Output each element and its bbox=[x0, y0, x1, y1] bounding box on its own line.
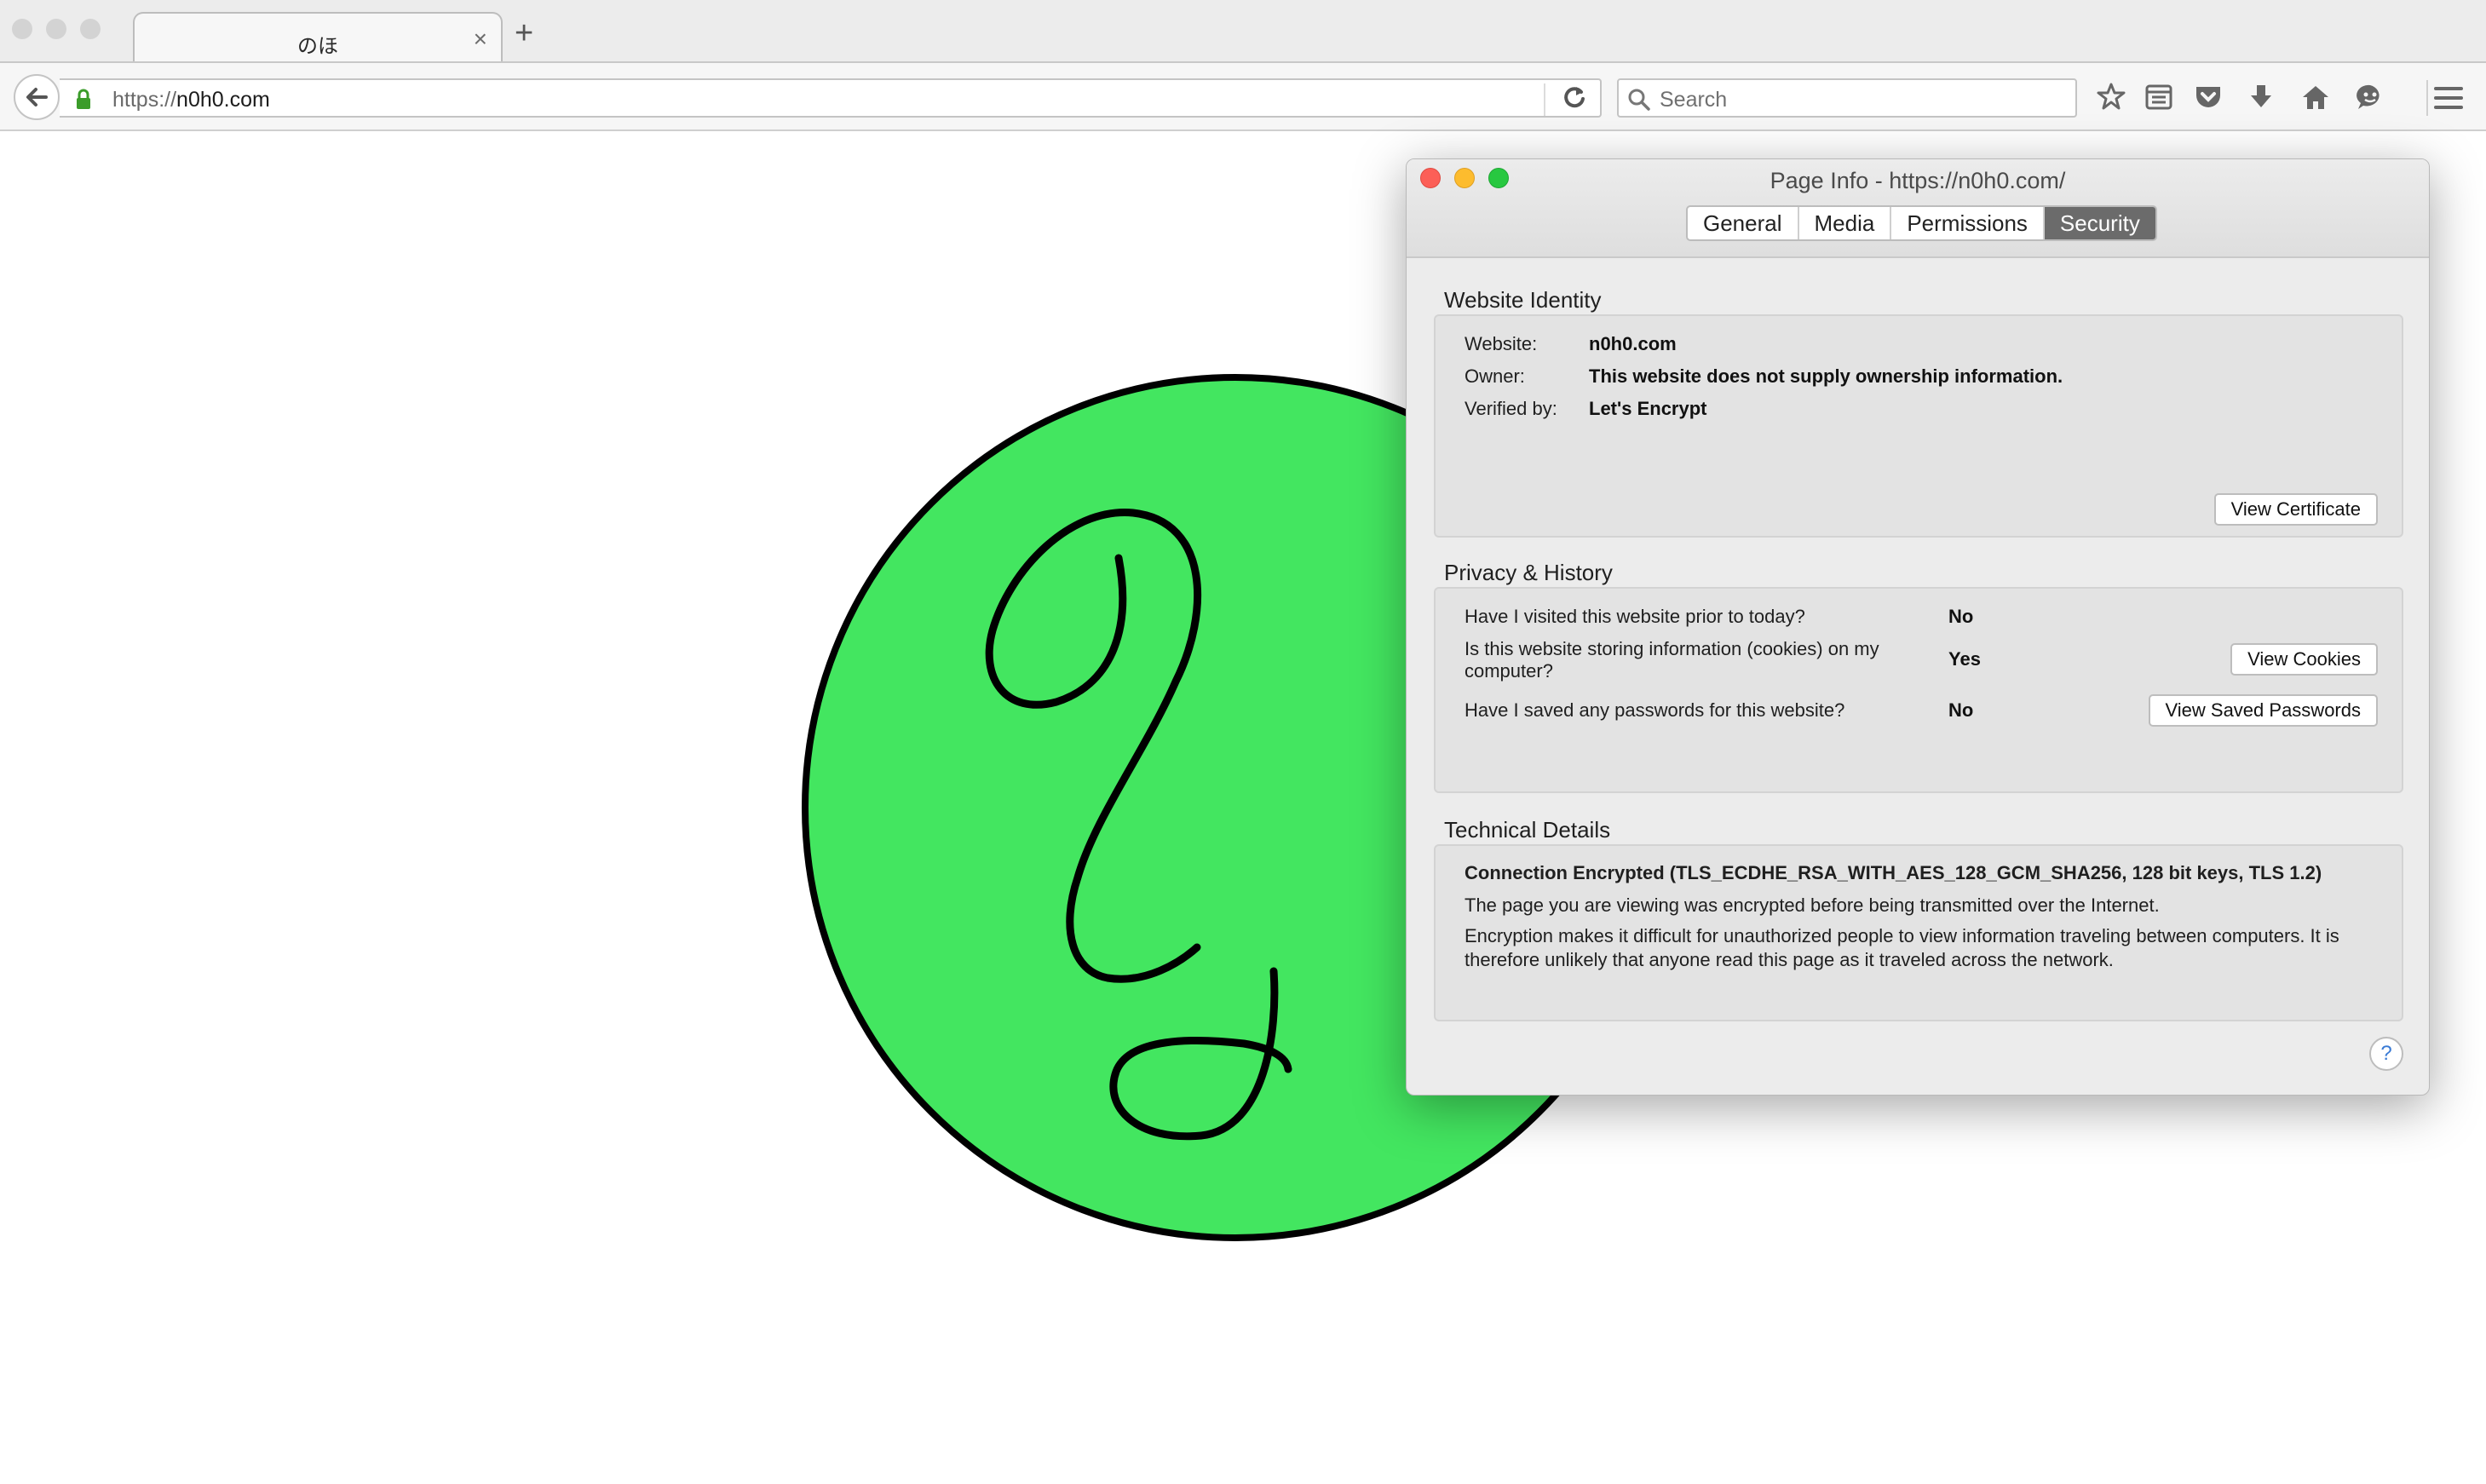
tab-general[interactable]: General bbox=[1688, 207, 1799, 239]
view-cookies-button[interactable]: View Cookies bbox=[2230, 643, 2378, 676]
download-icon[interactable] bbox=[2246, 82, 2276, 112]
back-button[interactable] bbox=[14, 74, 60, 120]
tab-security[interactable]: Security bbox=[2044, 207, 2155, 239]
connection-encrypted-text: Connection Encrypted (TLS_ECDHE_RSA_WITH… bbox=[1465, 862, 2322, 883]
navigation-toolbar: https://n0h0.com Search bbox=[0, 61, 2486, 131]
tab-close-icon[interactable]: × bbox=[474, 26, 487, 53]
url-bar[interactable]: https://n0h0.com bbox=[60, 78, 1602, 118]
verified-by-label: Verified by: bbox=[1465, 398, 1557, 419]
pocket-icon[interactable] bbox=[2193, 82, 2224, 112]
passwords-answer: No bbox=[1948, 699, 1974, 721]
technical-details-heading: Technical Details bbox=[1444, 817, 1611, 843]
search-placeholder: Search bbox=[1660, 88, 1728, 112]
owner-label: Owner: bbox=[1465, 365, 1525, 387]
page-info-title: Page Info - https://n0h0.com/ bbox=[1770, 168, 2066, 193]
cookies-question-line2: computer? bbox=[1465, 660, 1553, 682]
window-minimize-dot[interactable] bbox=[46, 19, 66, 39]
tab-media[interactable]: Media bbox=[1799, 207, 1892, 239]
website-value: n0h0.com bbox=[1589, 333, 1677, 354]
technical-details-group: Connection Encrypted (TLS_ECDHE_RSA_WITH… bbox=[1434, 844, 2403, 1021]
reading-list-icon[interactable] bbox=[2144, 82, 2174, 112]
tab-title: のほ bbox=[297, 35, 338, 58]
visited-answer: No bbox=[1948, 606, 1974, 627]
page-info-titlebar: Page Info - https://n0h0.com/ General Me… bbox=[1407, 159, 2429, 258]
visited-question: Have I visited this website prior to tod… bbox=[1465, 606, 1805, 627]
back-arrow-icon bbox=[26, 88, 48, 106]
view-saved-passwords-button[interactable]: View Saved Passwords bbox=[2148, 694, 2378, 727]
home-icon[interactable] bbox=[2300, 82, 2331, 112]
help-button[interactable]: ? bbox=[2369, 1037, 2403, 1071]
verified-by-value: Let's Encrypt bbox=[1589, 398, 1707, 419]
website-identity-heading: Website Identity bbox=[1444, 287, 1602, 313]
cookies-answer: Yes bbox=[1948, 648, 1981, 670]
toolbar-divider bbox=[2426, 80, 2428, 116]
chat-icon[interactable] bbox=[2355, 82, 2385, 112]
owner-value: This website does not supply ownership i… bbox=[1589, 365, 2063, 387]
view-certificate-button[interactable]: View Certificate bbox=[2213, 493, 2378, 526]
page-info-window: Page Info - https://n0h0.com/ General Me… bbox=[1406, 158, 2430, 1096]
passwords-question: Have I saved any passwords for this webs… bbox=[1465, 699, 1845, 721]
url-text[interactable]: https://n0h0.com bbox=[112, 88, 270, 112]
privacy-history-heading: Privacy & History bbox=[1444, 560, 1613, 585]
bookmark-star-icon[interactable] bbox=[2096, 82, 2126, 112]
website-label: Website: bbox=[1465, 333, 1538, 354]
search-icon bbox=[1628, 89, 1650, 111]
menu-icon[interactable] bbox=[2433, 85, 2464, 111]
new-tab-button[interactable]: + bbox=[515, 17, 533, 49]
tab-strip: のほ × + bbox=[0, 0, 2486, 61]
encrypted-before-transmit-text: The page you are viewing was encrypted b… bbox=[1465, 894, 2160, 916]
website-identity-group: Website: n0h0.com Owner: This website do… bbox=[1434, 314, 2403, 538]
reload-icon[interactable] bbox=[1559, 82, 1590, 112]
window-close-dot[interactable] bbox=[12, 19, 32, 39]
url-bar-divider bbox=[1544, 83, 1545, 116]
url-scheme: https:// bbox=[112, 88, 177, 112]
search-bar[interactable]: Search bbox=[1617, 78, 2077, 118]
browser-tab[interactable]: のほ × bbox=[133, 12, 503, 61]
page-info-tab-group: General Media Permissions Security bbox=[1686, 205, 2157, 241]
url-host: n0h0.com bbox=[176, 88, 270, 112]
cookies-question-line1: Is this website storing information (coo… bbox=[1465, 638, 1879, 659]
encryption-explanation-text: Encryption makes it difficult for unauth… bbox=[1465, 925, 2339, 970]
privacy-history-group: Have I visited this website prior to tod… bbox=[1434, 587, 2403, 793]
lock-icon[interactable] bbox=[75, 89, 92, 111]
window-zoom-dot[interactable] bbox=[80, 19, 101, 39]
tab-permissions[interactable]: Permissions bbox=[1891, 207, 2045, 239]
